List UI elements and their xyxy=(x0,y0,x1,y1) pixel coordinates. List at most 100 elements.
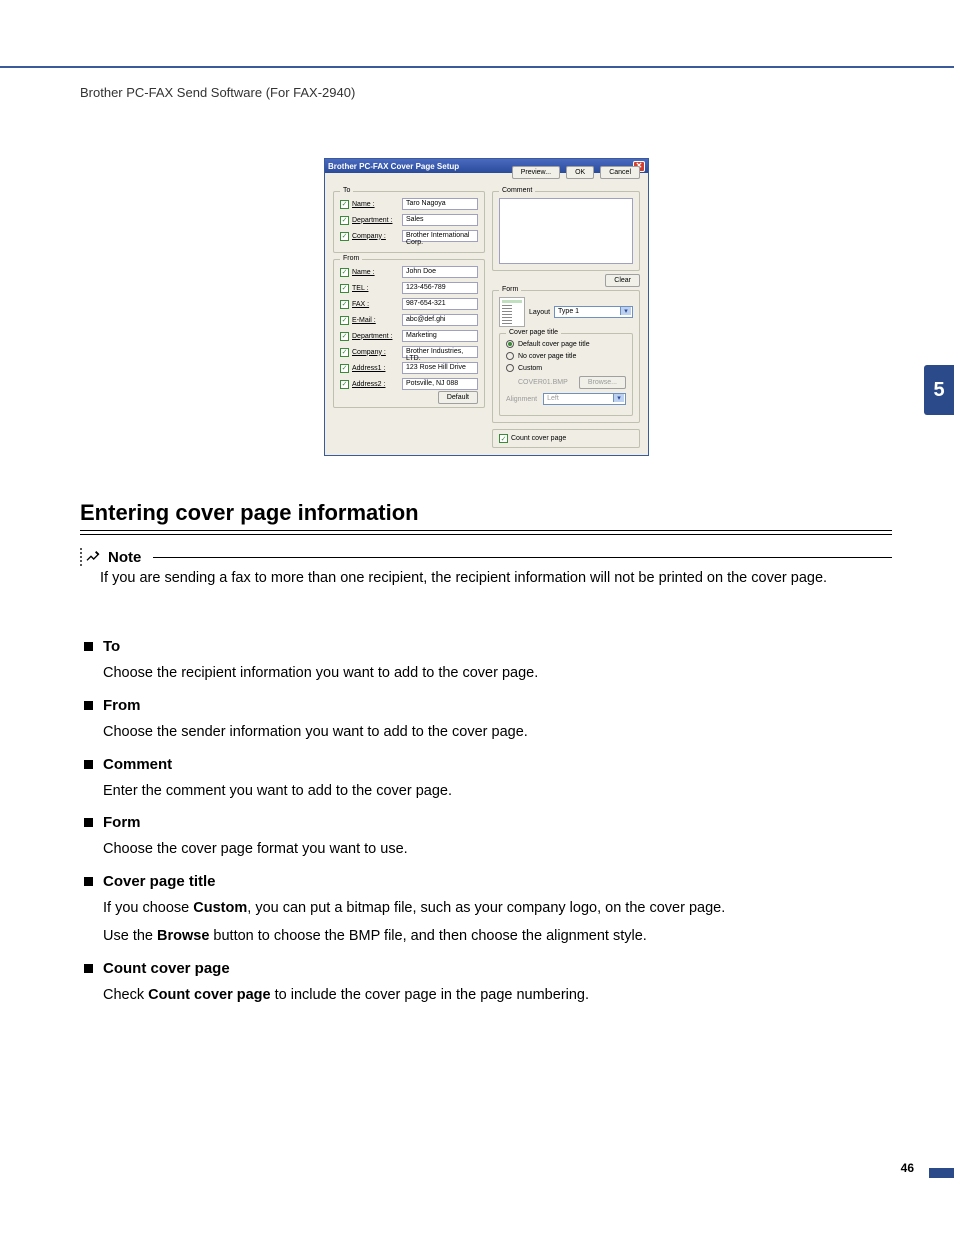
default-button[interactable]: Default xyxy=(438,391,478,404)
running-header: Brother PC-FAX Send Software (For FAX-29… xyxy=(80,85,355,100)
from-fax-label: FAX : xyxy=(352,301,402,308)
heading-rule-1 xyxy=(80,530,892,531)
from-tel-field[interactable]: 123-456-789 xyxy=(402,282,478,294)
bottom-accent xyxy=(929,1168,954,1178)
item-comment: Comment Enter the comment you want to ad… xyxy=(80,756,892,803)
dialog-title: Brother PC-FAX Cover Page Setup xyxy=(328,162,459,171)
from-addr2-checkbox[interactable]: ✓ xyxy=(340,380,349,389)
count-group: ✓Count cover page xyxy=(492,429,640,448)
layout-thumb-icon xyxy=(499,297,525,327)
section-heading: Entering cover page information xyxy=(80,500,419,526)
comment-textarea[interactable] xyxy=(499,198,633,264)
to-group: To ✓Name :Taro Nagoya ✓Department :Sales… xyxy=(333,191,485,253)
from-addr1-label: Address1 : xyxy=(352,365,402,372)
heading-rule-2 xyxy=(80,534,892,535)
item-comment-head: Comment xyxy=(103,756,172,773)
from-tel-checkbox[interactable]: ✓ xyxy=(340,284,349,293)
to-name-checkbox[interactable]: ✓ xyxy=(340,200,349,209)
from-fax-checkbox[interactable]: ✓ xyxy=(340,300,349,309)
cpt-legend: Cover page title xyxy=(506,329,561,336)
from-addr2-field[interactable]: Potsville, NJ 088 xyxy=(402,378,478,390)
note-text: If you are sending a fax to more than on… xyxy=(100,568,892,588)
clear-button[interactable]: Clear xyxy=(605,274,640,287)
page-number: 46 xyxy=(901,1161,914,1175)
comment-group: Comment xyxy=(492,191,640,271)
item-count-head: Count cover page xyxy=(103,960,230,977)
item-count-body: Check Count cover page to include the co… xyxy=(103,985,892,1007)
ok-button[interactable]: OK xyxy=(566,166,594,179)
from-addr2-label: Address2 : xyxy=(352,381,402,388)
to-company-field[interactable]: Brother International Corp. xyxy=(402,230,478,242)
from-company-label: Company : xyxy=(352,349,402,356)
to-dept-label: Department : xyxy=(352,217,402,224)
to-dept-field[interactable]: Sales xyxy=(402,214,478,226)
from-company-field[interactable]: Brother Industries, LTD. xyxy=(402,346,478,358)
from-company-checkbox[interactable]: ✓ xyxy=(340,348,349,357)
from-group: From ✓Name :John Doe ✓TEL :123-456-789 ✓… xyxy=(333,259,485,408)
to-name-field[interactable]: Taro Nagoya xyxy=(402,198,478,210)
cpt-default-label: Default cover page title xyxy=(518,341,590,348)
count-checkbox[interactable]: ✓ xyxy=(499,434,508,443)
item-form-body: Choose the cover page format you want to… xyxy=(103,839,892,861)
item-to-head: To xyxy=(103,638,120,655)
from-addr1-checkbox[interactable]: ✓ xyxy=(340,364,349,373)
item-cpt-line2: Use the Browse button to choose the BMP … xyxy=(103,926,892,948)
to-legend: To xyxy=(340,187,353,194)
bullet-icon xyxy=(84,760,93,769)
bullet-icon xyxy=(84,818,93,827)
top-rule xyxy=(0,66,954,68)
item-to: To Choose the recipient information you … xyxy=(80,638,892,685)
item-from: From Choose the sender information you w… xyxy=(80,697,892,744)
items-list: To Choose the recipient information you … xyxy=(80,638,892,1018)
cpt-custom-label: Custom xyxy=(518,365,542,372)
item-cpt-head: Cover page title xyxy=(103,873,216,890)
to-dept-checkbox[interactable]: ✓ xyxy=(340,216,349,225)
from-addr1-field[interactable]: 123 Rose Hill Drive xyxy=(402,362,478,374)
from-name-label: Name : xyxy=(352,269,402,276)
cpt-none-label: No cover page title xyxy=(518,353,576,360)
cpt-custom-radio[interactable] xyxy=(506,364,514,372)
to-name-label: Name : xyxy=(352,201,402,208)
item-form: Form Choose the cover page format you wa… xyxy=(80,814,892,861)
item-form-head: Form xyxy=(103,814,141,831)
cpt-none-radio[interactable] xyxy=(506,352,514,360)
from-name-field[interactable]: John Doe xyxy=(402,266,478,278)
note-block: Note If you are sending a fax to more th… xyxy=(80,548,892,588)
from-dept-field[interactable]: Marketing xyxy=(402,330,478,342)
bullet-icon xyxy=(84,877,93,886)
from-email-checkbox[interactable]: ✓ xyxy=(340,316,349,325)
from-fax-field[interactable]: 987-654-321 xyxy=(402,298,478,310)
form-group: Form Layout Type 1 Cover page title Defa… xyxy=(492,290,640,423)
cpt-group: Cover page title Default cover page titl… xyxy=(499,333,633,416)
from-dept-checkbox[interactable]: ✓ xyxy=(340,332,349,341)
bullet-icon xyxy=(84,642,93,651)
bullet-icon xyxy=(84,964,93,973)
item-from-head: From xyxy=(103,697,141,714)
cancel-button[interactable]: Cancel xyxy=(600,166,640,179)
from-email-field[interactable]: abc@def.ghi xyxy=(402,314,478,326)
layout-label: Layout xyxy=(529,309,550,316)
cpt-file-value: COVER01.BMP xyxy=(518,379,579,386)
browse-button[interactable]: Browse... xyxy=(579,376,626,389)
item-count: Count cover page Check Count cover page … xyxy=(80,960,892,1007)
preview-button[interactable]: Preview... xyxy=(512,166,560,179)
from-name-checkbox[interactable]: ✓ xyxy=(340,268,349,277)
from-tel-label: TEL : xyxy=(352,285,402,292)
note-label: Note xyxy=(108,549,141,566)
comment-legend: Comment xyxy=(499,187,535,194)
count-label: Count cover page xyxy=(511,435,566,442)
item-comment-body: Enter the comment you want to add to the… xyxy=(103,781,892,803)
form-legend: Form xyxy=(499,286,521,293)
to-company-checkbox[interactable]: ✓ xyxy=(340,232,349,241)
item-cpt: Cover page title If you choose Custom, y… xyxy=(80,873,892,948)
to-company-label: Company : xyxy=(352,233,402,240)
item-from-body: Choose the sender information you want t… xyxy=(103,722,892,744)
cpt-default-radio[interactable] xyxy=(506,340,514,348)
layout-select[interactable]: Type 1 xyxy=(554,306,633,318)
item-cpt-line1: If you choose Custom, you can put a bitm… xyxy=(103,898,892,920)
item-to-body: Choose the recipient information you wan… xyxy=(103,663,892,685)
note-icon xyxy=(80,548,102,566)
from-dept-label: Department : xyxy=(352,333,402,340)
bullet-icon xyxy=(84,701,93,710)
align-select[interactable]: Left xyxy=(543,393,626,405)
